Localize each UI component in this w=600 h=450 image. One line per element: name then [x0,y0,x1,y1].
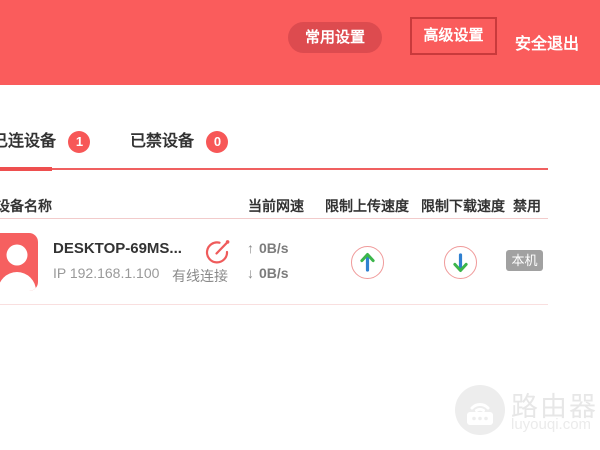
device-name: DESKTOP-69MS... [53,240,182,257]
current-upload-speed: ↑ 0B/s [247,240,289,256]
user-avatar-icon [0,233,38,291]
up-arrow-glyph: ↑ [247,240,254,256]
tab-bar-divider [52,168,548,170]
column-header-device-name: 设备名称 [0,196,52,216]
down-arrow-glyph: ↓ [247,265,254,281]
tab-disabled-devices[interactable]: 已禁设备 0 [130,128,228,156]
edit-pencil-icon [204,239,230,265]
nav-advanced-settings-button[interactable]: 高级设置 [410,17,497,55]
tab-disabled-count-badge: 0 [206,131,228,153]
tab-connected-devices[interactable]: 已连设备 1 [0,128,90,156]
download-speed-value: 0B/s [259,265,289,281]
column-header-current-speed: 当前网速 [248,196,304,216]
device-ip: IP 192.168.1.100 [53,265,159,281]
header-separator [0,218,548,219]
device-connection-type: 有线连接 [172,266,228,286]
device-avatar [0,233,38,291]
limit-download-arrow-icon [445,247,476,278]
nav-common-settings-button[interactable]: 常用设置 [288,22,382,53]
tab-disabled-label: 已禁设备 [130,128,194,156]
tab-connected-count-badge: 1 [68,131,90,153]
column-header-limit-download: 限制下载速度 [421,196,505,216]
tab-connected-label: 已连设备 [0,128,56,156]
limit-upload-arrow-icon [352,247,383,278]
top-nav-bar: 常用设置 高级设置 安全退出 [0,0,600,85]
limit-upload-button[interactable] [351,246,384,279]
column-header-disable: 禁用 [513,196,541,216]
nav-logout-button[interactable]: 安全退出 [515,30,579,54]
upload-speed-value: 0B/s [259,240,289,256]
active-tab-indicator [0,167,52,171]
watermark-domain: luyouqi.com [511,416,591,433]
router-logo-icon [455,385,505,435]
local-machine-badge: 本机 [506,250,543,271]
watermark-logo [455,385,505,435]
row-separator [0,304,548,305]
router-admin-page: 常用设置 高级设置 安全退出 已连设备 1 已禁设备 0 设备名称 当前网速 限… [0,0,600,450]
limit-download-button[interactable] [444,246,477,279]
current-download-speed: ↓ 0B/s [247,265,289,281]
column-header-limit-upload: 限制上传速度 [325,196,409,216]
edit-device-name-button[interactable] [204,239,230,265]
